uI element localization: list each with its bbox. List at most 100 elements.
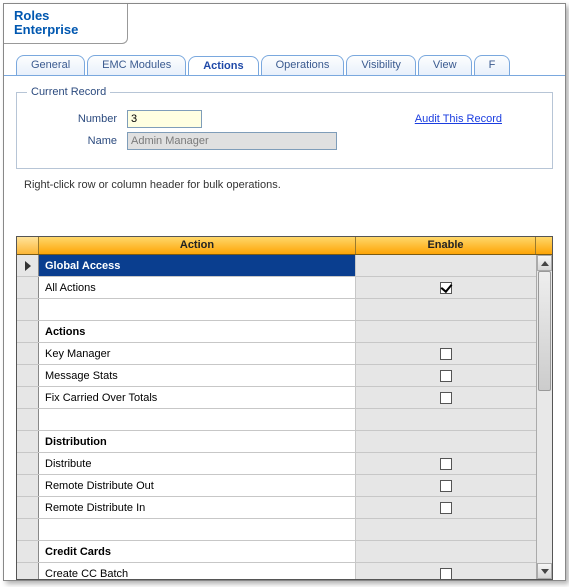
number-label: Number xyxy=(27,113,127,125)
table-row[interactable]: Distribution xyxy=(17,431,536,453)
tab-general[interactable]: General xyxy=(16,55,85,75)
cell-action: Message Stats xyxy=(39,365,356,386)
cell-enable xyxy=(356,299,536,320)
row-header[interactable] xyxy=(17,541,39,562)
cell-action xyxy=(39,299,356,320)
row-header[interactable] xyxy=(17,343,39,364)
number-input[interactable] xyxy=(127,110,202,128)
grid-header: Action Enable xyxy=(17,237,552,255)
chevron-up-icon xyxy=(541,261,549,266)
current-record-box: Current Record Number Audit This Record … xyxy=(16,86,553,169)
tab-operations[interactable]: Operations xyxy=(261,55,345,75)
cell-action: Credit Cards xyxy=(39,541,356,562)
table-row[interactable]: Credit Cards xyxy=(17,541,536,563)
cell-action: Distribute xyxy=(39,453,356,474)
content-area: GeneralEMC ModulesActionsOperationsVisib… xyxy=(4,46,565,580)
scroll-up-button[interactable] xyxy=(537,255,552,271)
cell-action: Global Access xyxy=(39,255,356,276)
header-scroll-gap xyxy=(536,237,552,254)
grid-body: Global AccessAll Actions ActionsKey Manag… xyxy=(17,255,552,579)
enable-checkbox[interactable] xyxy=(440,568,452,580)
enable-checkbox[interactable] xyxy=(440,370,452,382)
row-header[interactable] xyxy=(17,409,39,430)
name-input xyxy=(127,132,337,150)
row-header[interactable] xyxy=(17,365,39,386)
scroll-track[interactable] xyxy=(537,271,552,563)
cell-action: Remote Distribute In xyxy=(39,497,356,518)
table-row[interactable] xyxy=(17,299,536,321)
cell-enable xyxy=(356,497,536,518)
tab-visibility[interactable]: Visibility xyxy=(346,55,416,75)
table-row[interactable]: Fix Carried Over Totals xyxy=(17,387,536,409)
row-header[interactable] xyxy=(17,299,39,320)
tab-f[interactable]: F xyxy=(474,55,511,75)
row-header[interactable] xyxy=(17,277,39,298)
cell-action: Distribution xyxy=(39,431,356,452)
cell-action: Remote Distribute Out xyxy=(39,475,356,496)
cell-enable xyxy=(356,453,536,474)
cell-action: Key Manager xyxy=(39,343,356,364)
enable-checkbox[interactable] xyxy=(440,458,452,470)
cell-action: Create CC Batch xyxy=(39,563,356,579)
cell-action xyxy=(39,519,356,540)
window: Roles Enterprise GeneralEMC ModulesActio… xyxy=(3,3,566,581)
table-row[interactable]: Actions xyxy=(17,321,536,343)
header-corner[interactable] xyxy=(17,237,39,254)
scroll-down-button[interactable] xyxy=(537,563,552,579)
cell-enable xyxy=(356,255,536,276)
row-header[interactable] xyxy=(17,387,39,408)
enable-checkbox[interactable] xyxy=(440,348,452,360)
enable-checkbox[interactable] xyxy=(440,502,452,514)
cell-enable xyxy=(356,409,536,430)
table-row[interactable]: Remote Distribute In xyxy=(17,497,536,519)
cell-enable xyxy=(356,563,536,579)
row-indicator-icon xyxy=(25,261,31,271)
name-row: Name xyxy=(27,132,542,150)
tab-emc-modules[interactable]: EMC Modules xyxy=(87,55,186,75)
cell-enable xyxy=(356,475,536,496)
cell-enable xyxy=(356,277,536,298)
row-header[interactable] xyxy=(17,519,39,540)
cell-enable xyxy=(356,321,536,342)
cell-enable xyxy=(356,541,536,562)
scroll-thumb[interactable] xyxy=(538,271,551,391)
enable-checkbox[interactable] xyxy=(440,392,452,404)
cell-enable xyxy=(356,387,536,408)
grid-rows: Global AccessAll Actions ActionsKey Manag… xyxy=(17,255,536,579)
enable-checkbox[interactable] xyxy=(440,480,452,492)
table-row[interactable]: Distribute xyxy=(17,453,536,475)
cell-action: Actions xyxy=(39,321,356,342)
tab-actions[interactable]: Actions xyxy=(188,56,258,76)
tab-bar: GeneralEMC ModulesActionsOperationsVisib… xyxy=(4,54,565,76)
cell-enable xyxy=(356,431,536,452)
table-row[interactable]: Message Stats xyxy=(17,365,536,387)
row-header[interactable] xyxy=(17,431,39,452)
header-action[interactable]: Action xyxy=(39,237,356,254)
table-row[interactable] xyxy=(17,519,536,541)
table-row[interactable] xyxy=(17,409,536,431)
cell-enable xyxy=(356,343,536,364)
table-row[interactable]: Create CC Batch xyxy=(17,563,536,579)
enable-checkbox[interactable] xyxy=(440,282,452,294)
name-label: Name xyxy=(27,135,127,147)
table-row[interactable]: All Actions xyxy=(17,277,536,299)
row-header[interactable] xyxy=(17,563,39,579)
table-row[interactable]: Global Access xyxy=(17,255,536,277)
cell-action: Fix Carried Over Totals xyxy=(39,387,356,408)
number-row: Number Audit This Record xyxy=(27,110,542,128)
table-row[interactable]: Key Manager xyxy=(17,343,536,365)
row-header[interactable] xyxy=(17,453,39,474)
bulk-hint-text: Right-click row or column header for bul… xyxy=(24,179,553,191)
row-header[interactable] xyxy=(17,475,39,496)
row-header[interactable] xyxy=(17,497,39,518)
cell-action: All Actions xyxy=(39,277,356,298)
row-header[interactable] xyxy=(17,255,39,276)
header-enable[interactable]: Enable xyxy=(356,237,536,254)
scrollbar[interactable] xyxy=(536,255,552,579)
tab-view[interactable]: View xyxy=(418,55,472,75)
cell-action xyxy=(39,409,356,430)
window-title-tab: Roles Enterprise xyxy=(4,4,128,44)
table-row[interactable]: Remote Distribute Out xyxy=(17,475,536,497)
row-header[interactable] xyxy=(17,321,39,342)
audit-link[interactable]: Audit This Record xyxy=(415,113,542,125)
